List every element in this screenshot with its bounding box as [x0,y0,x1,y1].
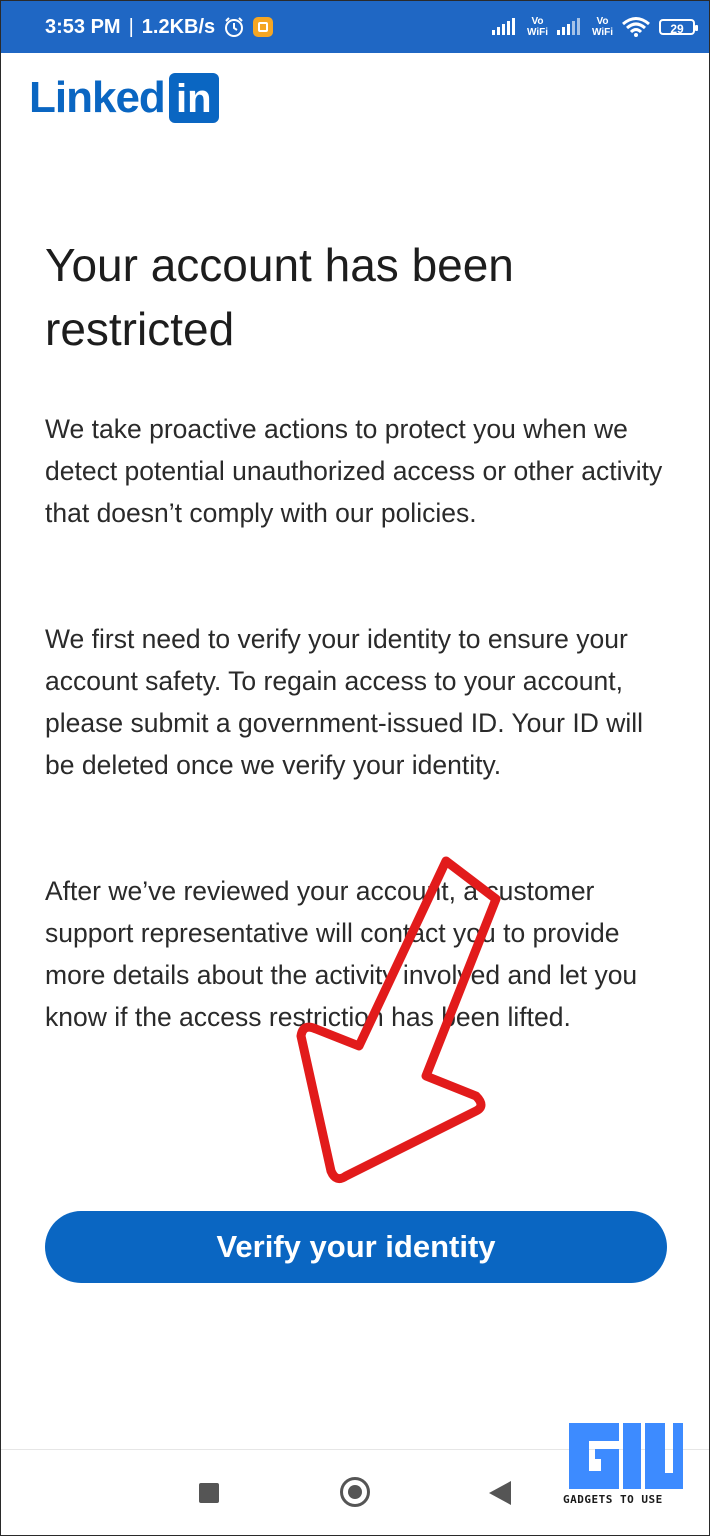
status-time: 3:53 PM [45,15,121,38]
restriction-explanation: We take proactive actions to protect you… [45,414,663,528]
watermark-label: GADGETS TO USE [563,1493,663,1506]
status-separator: | [128,15,134,38]
network-speed: 1.2KB/s [141,15,216,38]
home-circle-icon[interactable] [340,1477,370,1507]
vowifi-indicator-2: Vo WiFi [591,16,613,38]
logo-wordmark: Linked [29,73,166,122]
alarm-icon [225,17,244,37]
red-arrow-annotation [296,856,501,1184]
gadgets-to-use-logo [569,1423,683,1489]
back-triangle-icon[interactable] [489,1481,511,1505]
verify-identity-button[interactable]: Verify your identity [45,1211,667,1283]
battery-icon: 29 [659,19,698,36]
wifi-icon [622,17,650,37]
page-title: Your account has been restricted [45,239,514,355]
verification-explanation: We first need to verify your identity to… [45,624,644,780]
logo-in-box: in [168,73,219,123]
vowifi-indicator: Vo WiFi [526,16,548,38]
notification-app-icon [253,17,274,37]
signal-icon-2 [556,18,580,35]
status-bar: 3:53 PM | 1.2KB/s Vo WiFi Vo WiFi 29 [1,1,709,53]
signal-icon [491,18,515,35]
recents-square-icon[interactable] [199,1483,219,1503]
linkedin-logo: Linked in [29,73,219,123]
